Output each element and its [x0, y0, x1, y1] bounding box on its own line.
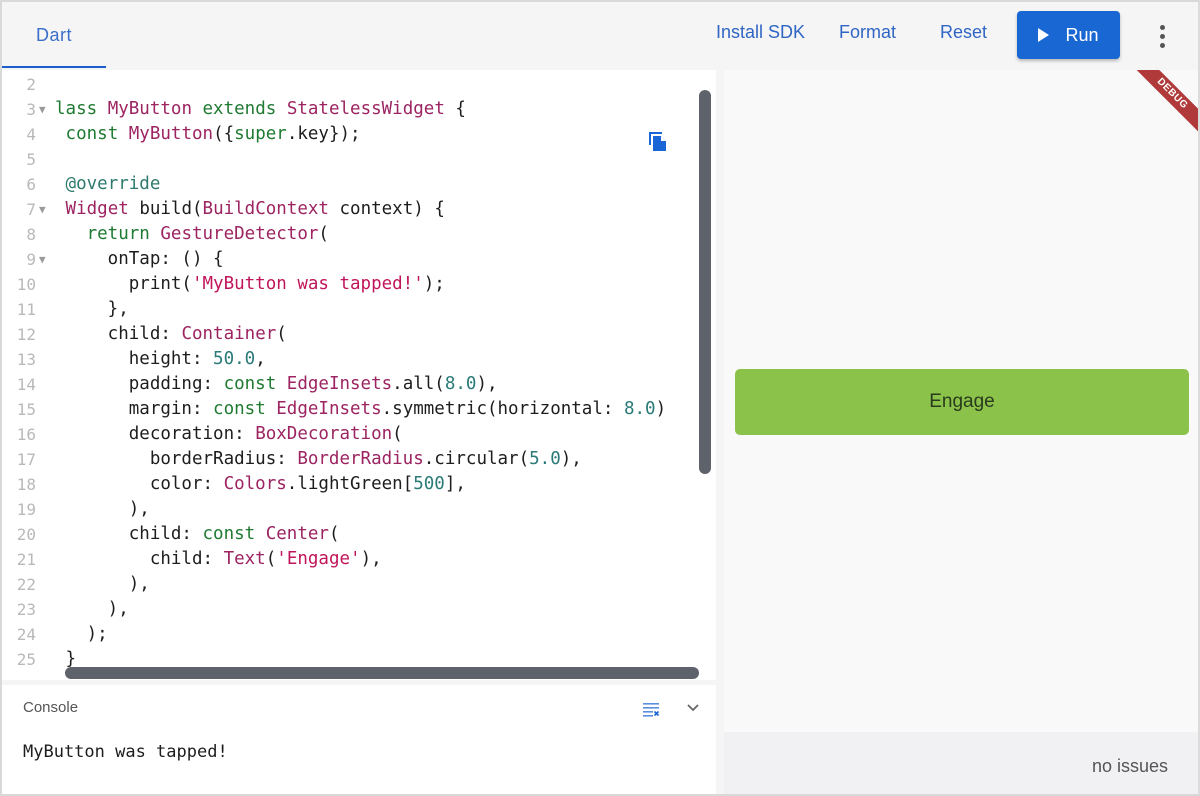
- line-number: 14: [16, 375, 36, 394]
- code-text: decoration: BoxDecoration(: [55, 424, 403, 444]
- fold-toggle-icon[interactable]: ▼: [39, 197, 46, 222]
- status-bar: no issues: [724, 732, 1198, 794]
- code-text: lass MyButton extends StatelessWidget {: [55, 99, 466, 119]
- clear-console-icon[interactable]: [642, 701, 660, 717]
- run-label: Run: [1065, 24, 1099, 45]
- code-text: color: Colors.lightGreen[500],: [55, 474, 466, 494]
- fold-toggle-icon[interactable]: ▼: [39, 247, 46, 272]
- code-text: child: const Center(: [55, 524, 340, 544]
- reset-button[interactable]: Reset: [940, 22, 987, 43]
- code-text: child: Container(: [55, 324, 287, 344]
- console-output: MyButton was tapped!: [23, 742, 228, 762]
- code-text: print('MyButton was tapped!');: [55, 274, 445, 294]
- line-number: 17: [16, 450, 36, 469]
- copy-icon[interactable]: [647, 128, 669, 152]
- issues-status: no issues: [1091, 756, 1168, 776]
- run-button[interactable]: Run: [1017, 11, 1120, 59]
- line-number: 12: [16, 325, 36, 344]
- line-number: 25: [16, 650, 36, 669]
- code-text: onTap: () {: [55, 249, 224, 269]
- line-number: 11: [16, 300, 36, 319]
- line-number: 7: [26, 200, 36, 219]
- code-text: @override: [65, 174, 161, 194]
- code-text: return GestureDetector(: [86, 224, 329, 244]
- code-text: const MyButton({super.key});: [65, 124, 361, 144]
- line-number: 21: [16, 550, 36, 569]
- code-text: child: Text('Engage'),: [55, 549, 382, 569]
- line-number: 20: [16, 525, 36, 544]
- debug-banner: DEBUG: [1123, 70, 1198, 143]
- app-window: Dart Install SDK Format Reset Run 2 3 ▼ las…: [0, 0, 1200, 796]
- console-panel: Console MyButton was tapped!: [2, 685, 716, 794]
- line-number: 13: [16, 350, 36, 369]
- line-number: 4: [26, 125, 36, 144]
- engage-label: Engage: [929, 391, 995, 412]
- vertical-scrollbar[interactable]: [699, 90, 711, 474]
- console-title: Console: [23, 699, 79, 716]
- line-number: 15: [16, 400, 36, 419]
- code-text: margin: const EdgeInsets.symmetric(horiz…: [55, 399, 667, 419]
- code-editor[interactable]: 2 3 ▼ lass MyButton extends StatelessWidget…: [2, 70, 716, 680]
- code-text: Widget build(BuildContext context) {: [65, 199, 445, 219]
- app-preview: Engage DEBUG: [724, 70, 1198, 732]
- tab-active-indicator: [2, 66, 106, 68]
- line-number: 8: [26, 225, 36, 244]
- code-text: );: [55, 624, 108, 644]
- code-text: ),: [55, 574, 150, 594]
- line-number: 24: [16, 625, 36, 644]
- line-number: 10: [16, 275, 36, 294]
- line-number: 19: [16, 500, 36, 519]
- format-button[interactable]: Format: [839, 22, 896, 43]
- code-text: ),: [55, 599, 129, 619]
- line-number: 23: [16, 600, 36, 619]
- engage-button[interactable]: Engage: [735, 369, 1189, 435]
- fold-toggle-icon[interactable]: ▼: [39, 97, 46, 122]
- line-number: 9: [26, 250, 36, 269]
- line-number: 22: [16, 575, 36, 594]
- line-number: 2: [26, 75, 36, 94]
- line-number: 5: [26, 150, 36, 169]
- line-number: 6: [26, 175, 36, 194]
- code-text: height: 50.0,: [55, 349, 266, 369]
- code-text: padding: const EdgeInsets.all(8.0),: [55, 374, 498, 394]
- horizontal-scrollbar[interactable]: [65, 667, 699, 679]
- code-text: borderRadius: BorderRadius.circular(5.0)…: [55, 449, 582, 469]
- code-text: ),: [55, 499, 150, 519]
- tab-dart-label: Dart: [35, 24, 72, 45]
- tab-dart[interactable]: Dart: [2, 2, 106, 68]
- code-text: },: [55, 299, 129, 319]
- line-number: 16: [16, 425, 36, 444]
- top-bar: Dart Install SDK Format Reset Run: [2, 2, 1198, 68]
- line-number: 18: [16, 475, 36, 494]
- install-sdk-button[interactable]: Install SDK: [716, 22, 805, 43]
- play-icon: [1038, 28, 1050, 42]
- line-number: 3: [26, 100, 36, 119]
- chevron-down-icon[interactable]: [685, 699, 701, 715]
- more-vert-icon[interactable]: [1150, 22, 1174, 50]
